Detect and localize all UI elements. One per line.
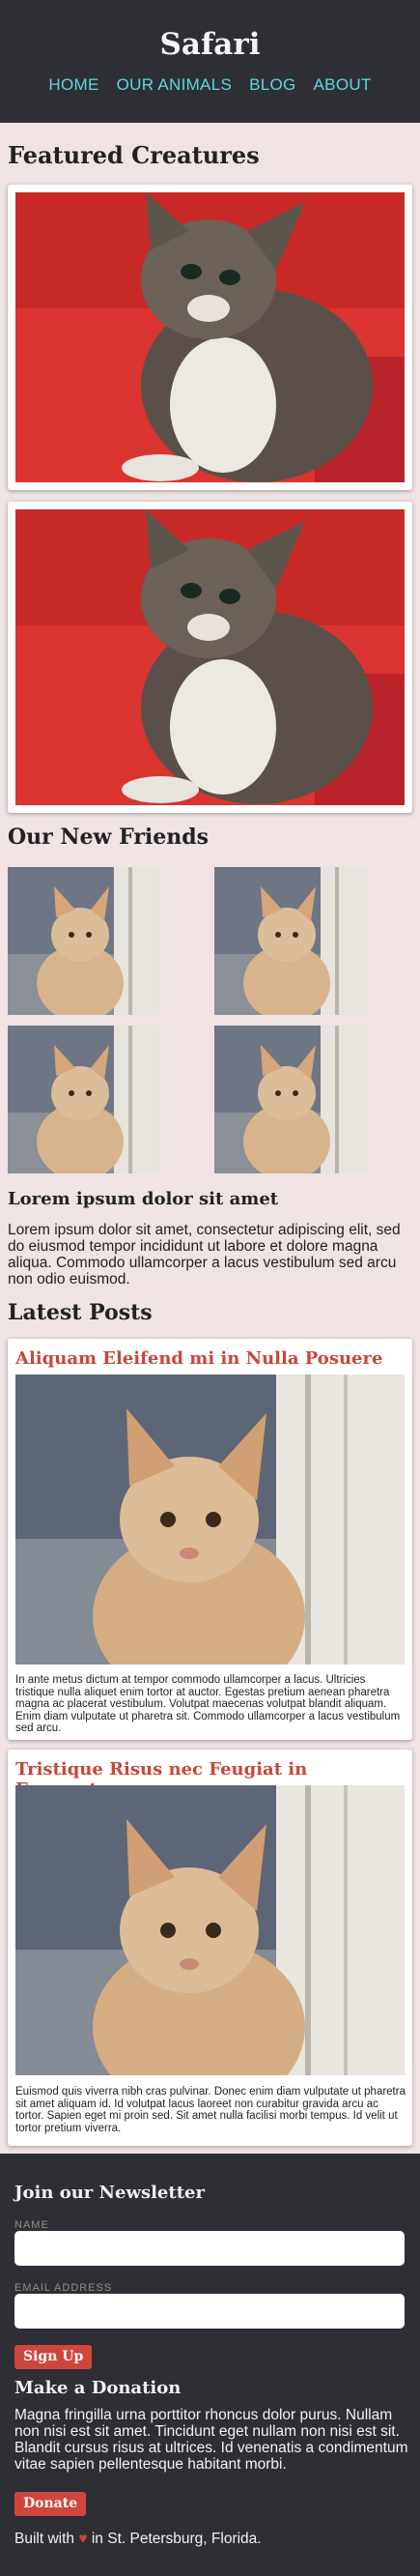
built-with-line: Built with ♥ in St. Petersburg, Florida. [14, 2531, 262, 2548]
name-label: NAME [14, 2219, 49, 2231]
nav-our-animals[interactable]: OUR ANIMALS [117, 75, 233, 95]
main-nav: HOME OUR ANIMALS BLOG ABOUT [0, 75, 420, 95]
site-header: Safari HOME OUR ANIMALS BLOG ABOUT [0, 0, 420, 123]
featured-card[interactable] [8, 502, 412, 813]
lorem-title: Lorem ipsum dolor sit amet [8, 1189, 279, 1209]
site-footer: Join our Newsletter NAME EMAIL ADDRESS S… [0, 2154, 420, 2576]
posts-title: Latest Posts [8, 1300, 153, 1325]
built-prefix: Built with [14, 2531, 75, 2547]
email-input[interactable] [14, 2294, 405, 2329]
post-image [15, 1785, 405, 2075]
sign-up-button[interactable]: Sign Up [14, 2345, 93, 2369]
lorem-text: Lorem ipsum dolor sit amet, consectetur … [8, 1222, 401, 1288]
post-card[interactable]: Tristique Risus nec Feugiat in Fermentum… [8, 1750, 412, 2146]
name-input[interactable] [14, 2231, 405, 2266]
newsletter-title: Join our Newsletter [14, 2183, 205, 2203]
post-card[interactable]: Aliquam Eleifend mi in Nulla Posuere In … [8, 1339, 412, 1740]
friend-image[interactable] [214, 867, 367, 1015]
friend-image[interactable] [8, 1026, 160, 1173]
site-brand[interactable]: Safari [0, 27, 420, 62]
kitten-image [15, 192, 405, 482]
donate-button[interactable]: Donate [14, 2492, 87, 2516]
donation-text: Magna fringilla urna porttitor rhoncus d… [14, 2407, 408, 2473]
friend-image[interactable] [214, 1026, 367, 1173]
post-excerpt: In ante metus dictum at tempor commodo u… [15, 1674, 401, 1734]
nav-about[interactable]: ABOUT [314, 75, 372, 95]
friends-title: Our New Friends [8, 825, 210, 850]
kitten-image [15, 509, 405, 805]
friend-image[interactable] [8, 867, 160, 1015]
email-label: EMAIL ADDRESS [14, 2282, 113, 2294]
built-suffix: in St. Petersburg, Florida. [91, 2531, 262, 2547]
nav-home[interactable]: HOME [48, 75, 98, 95]
donation-title: Make a Donation [14, 2378, 182, 2398]
post-excerpt: Euismod quis viverra nibh cras pulvinar.… [15, 2086, 406, 2134]
featured-card[interactable] [8, 185, 412, 490]
nav-blog[interactable]: BLOG [249, 75, 295, 95]
heart-icon: ♥ [78, 2531, 88, 2547]
post-image [15, 1375, 405, 1664]
featured-title: Featured Creatures [8, 141, 260, 169]
post-title[interactable]: Aliquam Eleifend mi in Nulla Posuere [15, 1348, 382, 1369]
